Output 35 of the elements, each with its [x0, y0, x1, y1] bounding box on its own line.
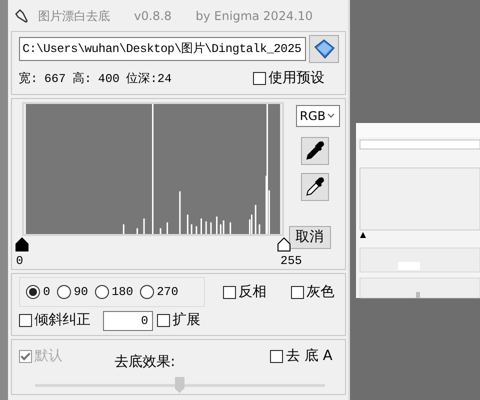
caret-icon — [327, 113, 336, 120]
low-point-handle[interactable] — [15, 236, 29, 252]
remove-a-checkbox[interactable]: 去 底 A — [270, 346, 332, 367]
expand-checkbox[interactable]: 扩展 — [156, 310, 200, 332]
angle-field[interactable]: 0 — [102, 310, 152, 331]
scale-label: 255 — [280, 253, 302, 270]
rotation-radio[interactable]: 270 — [140, 283, 178, 301]
eyedropper-icon — [304, 176, 326, 198]
deskew-checkbox[interactable]: 倾斜纠正 — [18, 310, 90, 332]
cancel-button[interactable]: 取消 — [288, 226, 330, 250]
effect-title: 去底效果: — [114, 353, 176, 372]
eyedropper-button[interactable] — [300, 137, 328, 166]
version-label: v0.8.8 — [134, 8, 172, 24]
grayscale-checkbox[interactable]: 灰色 — [290, 282, 334, 302]
width-value: 667 — [44, 70, 66, 88]
rotation-radio[interactable]: 0 — [26, 283, 50, 301]
author-label: by Enigma 2024.10 — [196, 8, 313, 24]
slider-handle[interactable] — [174, 377, 184, 393]
rotation-radio[interactable]: 180 — [94, 283, 134, 301]
open-file-button[interactable] — [309, 35, 338, 64]
rotation-radio[interactable]: 90 — [56, 283, 88, 301]
channel-select[interactable]: RGB — [296, 105, 340, 128]
use-preset-checkbox[interactable]: 使用预设 — [252, 68, 324, 89]
app-title: 图片漂白去底 — [38, 8, 110, 24]
invert-checkbox[interactable]: 反相 — [222, 282, 266, 302]
eyedropper-icon — [304, 140, 326, 162]
height-value: 400 — [98, 70, 120, 88]
path-field[interactable]: C:\Users\wuhan\Desktop\图片\Dingtalk_2025 — [18, 37, 306, 62]
eyedropper-button[interactable] — [300, 173, 328, 202]
height-label: 高: — [72, 70, 92, 88]
width-label: 宽: — [18, 70, 38, 88]
high-point-handle[interactable] — [277, 236, 291, 252]
flashlight-icon — [14, 8, 30, 24]
scale-label: 0 — [16, 253, 24, 270]
bit-depth-label: 位深:24 — [126, 70, 172, 88]
